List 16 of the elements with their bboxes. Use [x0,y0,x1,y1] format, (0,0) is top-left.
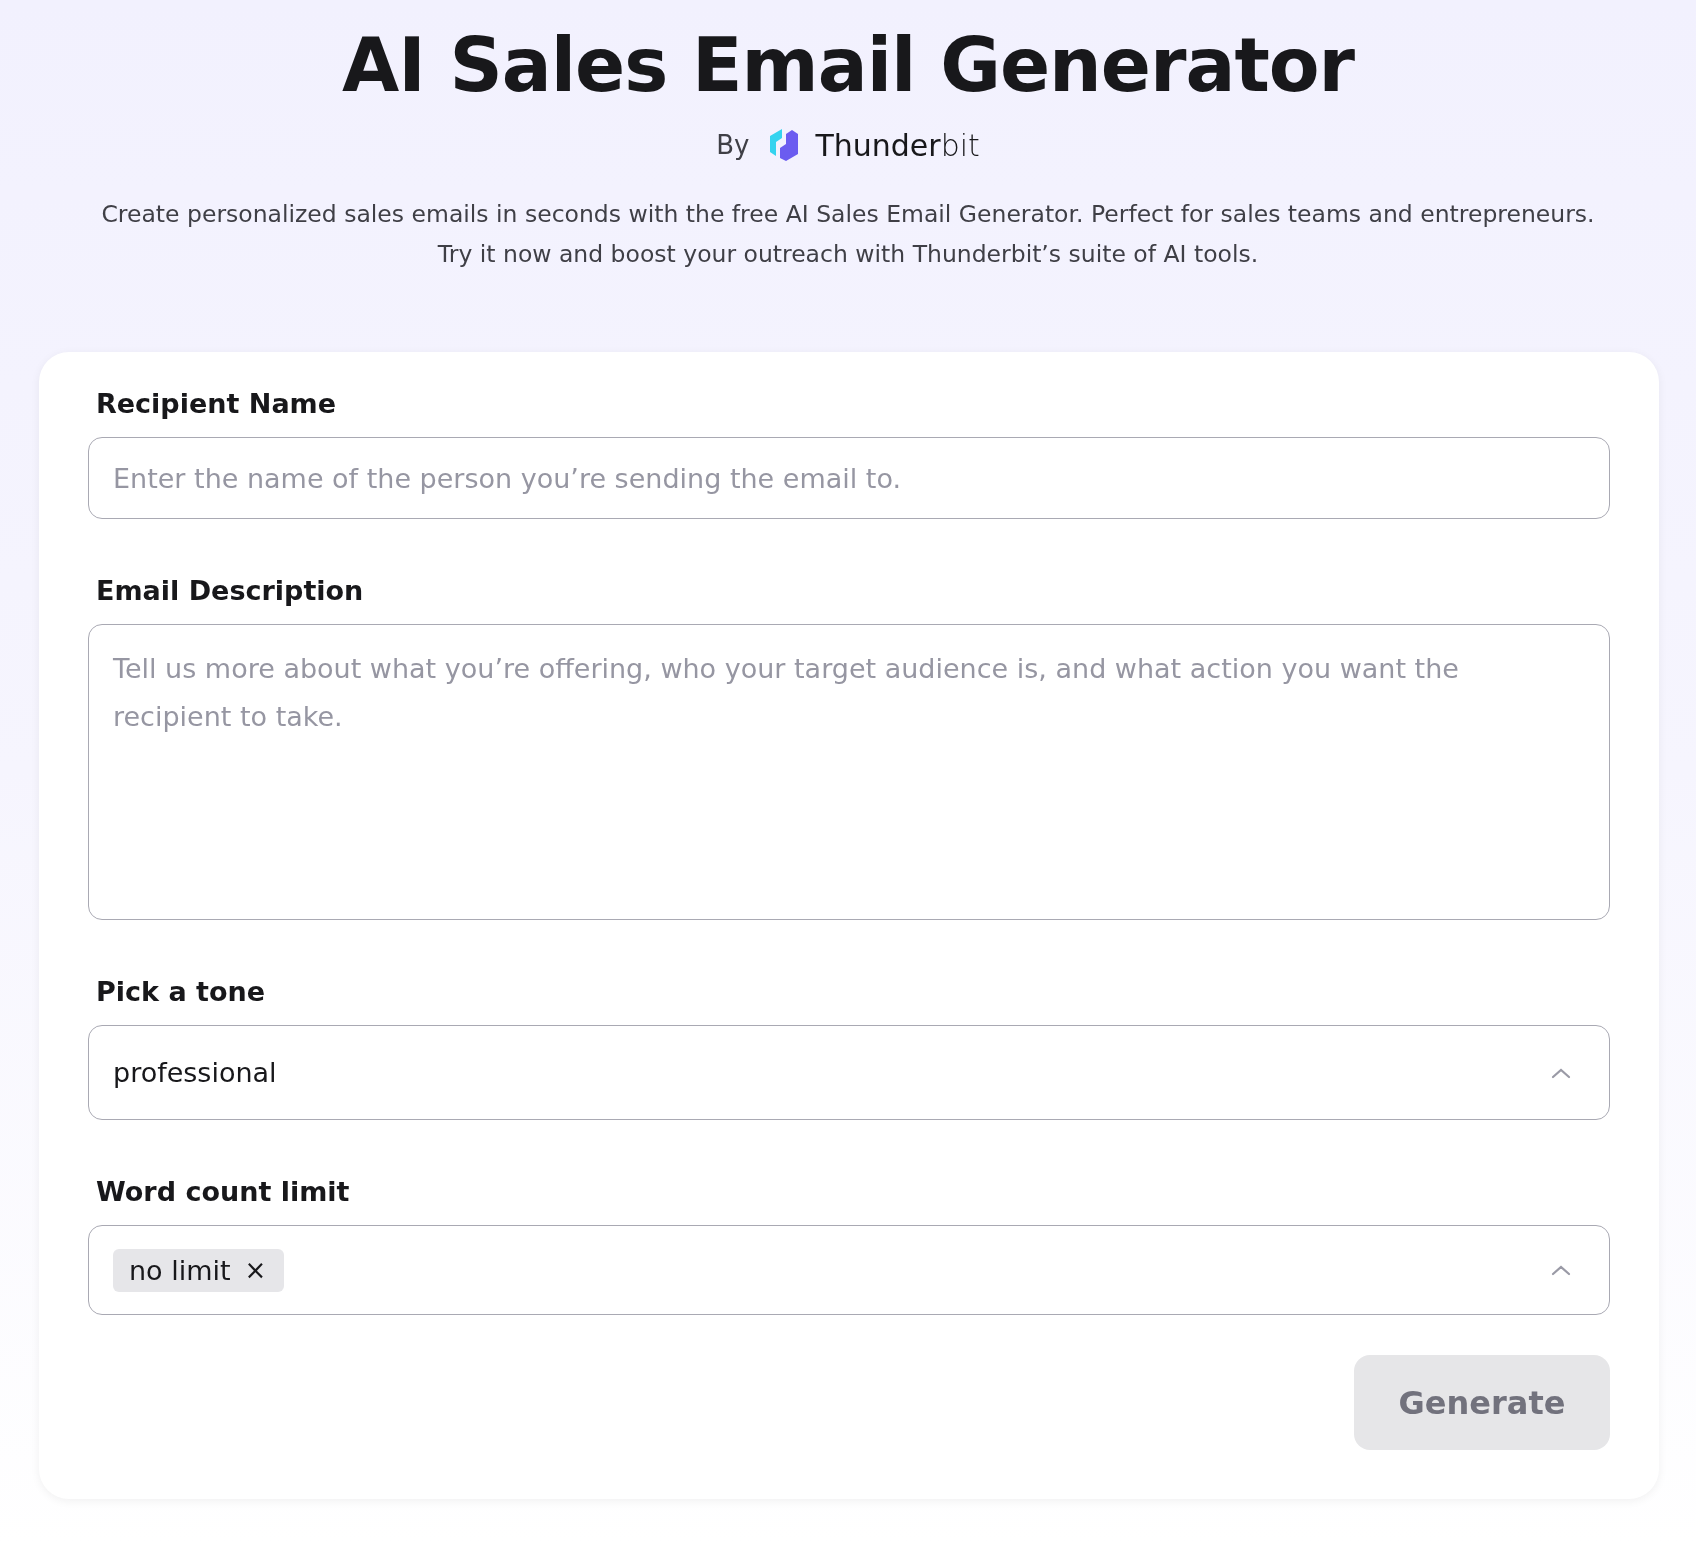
multiselect-field[interactable]: no limit × [88,1225,1610,1315]
field-label: Recipient Name [96,388,338,419]
description-text: Create personalized sales emails in seconds with the free AI Sales Email Generator. Perfect for sales teams and entrepreneurs. Try it now and boost your outreach with Thunderbit’s suite of AI tools. [100,199,1596,270]
tag-label: no limit [129,1254,231,1286]
tag-remove-button[interactable]: × [244,1255,267,1285]
textarea-field[interactable]: Tell us more about what you’re offering, who your target audience is, and what action you want the recipient to take. [88,624,1610,920]
chevron-up-icon [1551,1066,1571,1079]
field-label: Email Description [96,575,365,606]
input-field[interactable]: Enter the name of the person you’re sending the email to. [88,437,1610,519]
page-title: AI Sales Email Generator [341,21,1355,110]
select-field[interactable]: professional [88,1025,1610,1120]
field-label: Pick a tone [96,976,266,1007]
chevron-up-icon [1551,1264,1571,1276]
by-label: By [716,130,750,160]
brand-name: Thunderbit [815,127,980,163]
field-label: Word count limit [96,1176,351,1207]
